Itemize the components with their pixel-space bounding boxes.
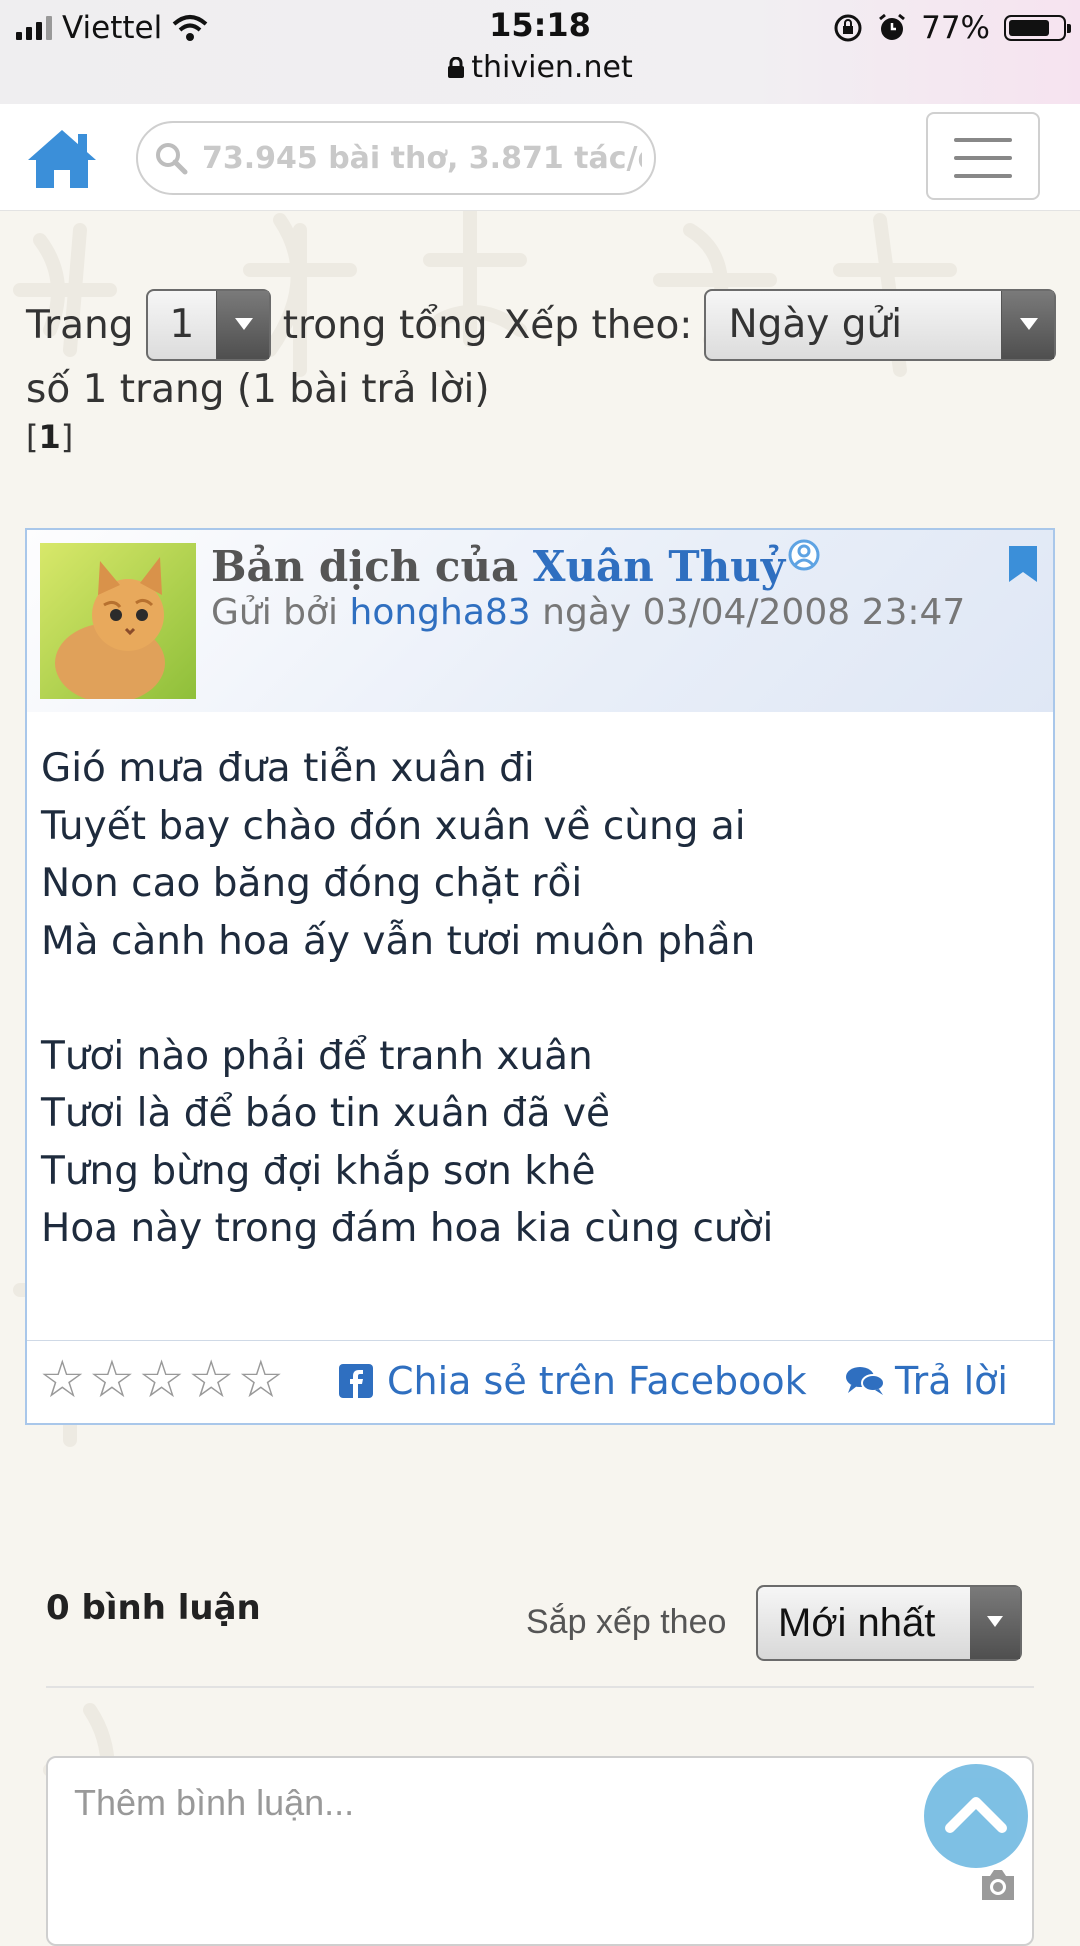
post-card: Bản dịch của Xuân Thuỷ Gửi bởi hongha83 … [25, 528, 1055, 1425]
battery-icon [1004, 15, 1071, 41]
url-bar[interactable]: thivien.net [0, 50, 1080, 85]
comment-input[interactable] [72, 1780, 936, 1904]
camera-icon[interactable] [978, 1868, 1018, 1902]
search-box[interactable] [136, 121, 656, 195]
page-label: Trang [26, 302, 134, 348]
chevron-down-icon [1001, 291, 1054, 359]
status-right: 77% [833, 8, 1071, 48]
star-icon[interactable]: ☆ [238, 1353, 285, 1407]
poem-line: Tuyết bay chào đón xuân về cùng ai [41, 803, 746, 849]
poem-line: Tươi là để báo tin xuân đã về [41, 1091, 611, 1136]
chevron-down-icon [215, 291, 269, 359]
poem-line: Tưng bừng đợi khắp sơn khê [41, 1148, 596, 1194]
chevron-down-icon [970, 1587, 1020, 1659]
post-header: Bản dịch của Xuân Thuỷ Gửi bởi hongha83 … [27, 530, 1053, 712]
site-header [0, 104, 1080, 211]
poster-link[interactable]: hongha83 [350, 592, 531, 633]
poem-line: Gió mưa đưa tiễn xuân đi [41, 746, 535, 791]
star-icon[interactable]: ☆ [138, 1353, 185, 1407]
comments-sort-label: Sắp xếp theo [526, 1603, 727, 1641]
pager: Trang 1 trong tổng Xếp theo: Ngày gửi số… [26, 288, 1056, 456]
comments-icon [846, 1367, 885, 1395]
page-select-value: 1 [169, 302, 195, 347]
lock-icon [448, 56, 465, 78]
bookmark-icon[interactable] [1007, 544, 1039, 584]
total-text-1: trong tổng [282, 302, 488, 348]
share-facebook-link[interactable]: Chia sẻ trên Facebook [339, 1359, 807, 1403]
poem-line: Non cao băng đóng chặt rồi [41, 861, 583, 906]
reply-link[interactable]: Trả lời [845, 1359, 1008, 1403]
divider [46, 1686, 1034, 1688]
meta-date: ngày 03/04/2008 23:47 [542, 592, 966, 633]
sort-select-value: Ngày gửi [728, 302, 903, 347]
poem-line: Hoa này trong đám hoa kia cùng cười [41, 1206, 774, 1251]
menu-button[interactable] [926, 112, 1040, 200]
search-input[interactable] [200, 139, 644, 177]
poem-body: Gió mưa đưa tiễn xuân đi Tuyết bay chào đ… [41, 740, 773, 1258]
post-footer: ☆ ☆ ☆ ☆ ☆ Chia sẻ trên Facebook Trả lời [27, 1340, 1053, 1424]
sort-select[interactable]: Ngày gửi [704, 289, 1056, 361]
battery-percent: 77% [921, 10, 990, 46]
comments-sort-value: Mới nhất [778, 1601, 936, 1645]
facebook-icon [339, 1364, 373, 1398]
star-icon[interactable]: ☆ [188, 1353, 235, 1407]
rating-stars[interactable]: ☆ ☆ ☆ ☆ ☆ [39, 1353, 284, 1407]
search-icon [156, 143, 188, 175]
post-meta: Gửi bởi hongha83 ngày 03/04/2008 23:47 [211, 592, 965, 633]
status-bar: Viettel 15:18 thivien.net 77% [0, 0, 1080, 105]
star-icon[interactable]: ☆ [39, 1353, 86, 1407]
page-select[interactable]: 1 [145, 289, 271, 361]
page-link-1[interactable]: 1 [38, 418, 60, 456]
chevron-up-icon [945, 1797, 1007, 1833]
home-icon[interactable] [26, 126, 98, 190]
comments-sort-select[interactable]: Mới nhất [756, 1585, 1022, 1661]
user-icon [788, 539, 820, 571]
sort-label: Xếp theo: [503, 302, 693, 348]
avatar[interactable] [40, 543, 196, 699]
author-link[interactable]: Xuân Thuỷ [533, 542, 785, 591]
share-label: Chia sẻ trên Facebook [387, 1359, 807, 1403]
comments-count: 0 bình luận [46, 1588, 261, 1628]
meta-prefix: Gửi bởi [211, 592, 339, 633]
star-icon[interactable]: ☆ [89, 1353, 136, 1407]
poem-line: Tươi nào phải để tranh xuân [41, 1033, 593, 1079]
alarm-icon [879, 13, 906, 40]
rotation-lock-icon [834, 14, 862, 42]
reply-label: Trả lời [895, 1359, 1008, 1403]
post-title-prefix: Bản dịch của [211, 542, 519, 591]
post-title: Bản dịch của Xuân Thuỷ [211, 539, 821, 591]
url-text: thivien.net [471, 50, 633, 85]
poem-line: Mà cành hoa ấy vẫn tươi muôn phần [41, 918, 756, 964]
comment-box [46, 1756, 1034, 1946]
scroll-to-top-button[interactable] [924, 1764, 1028, 1868]
total-text-2: số 1 trang (1 bài trả lời) [26, 367, 490, 412]
poem-stanza-break [41, 970, 773, 1028]
